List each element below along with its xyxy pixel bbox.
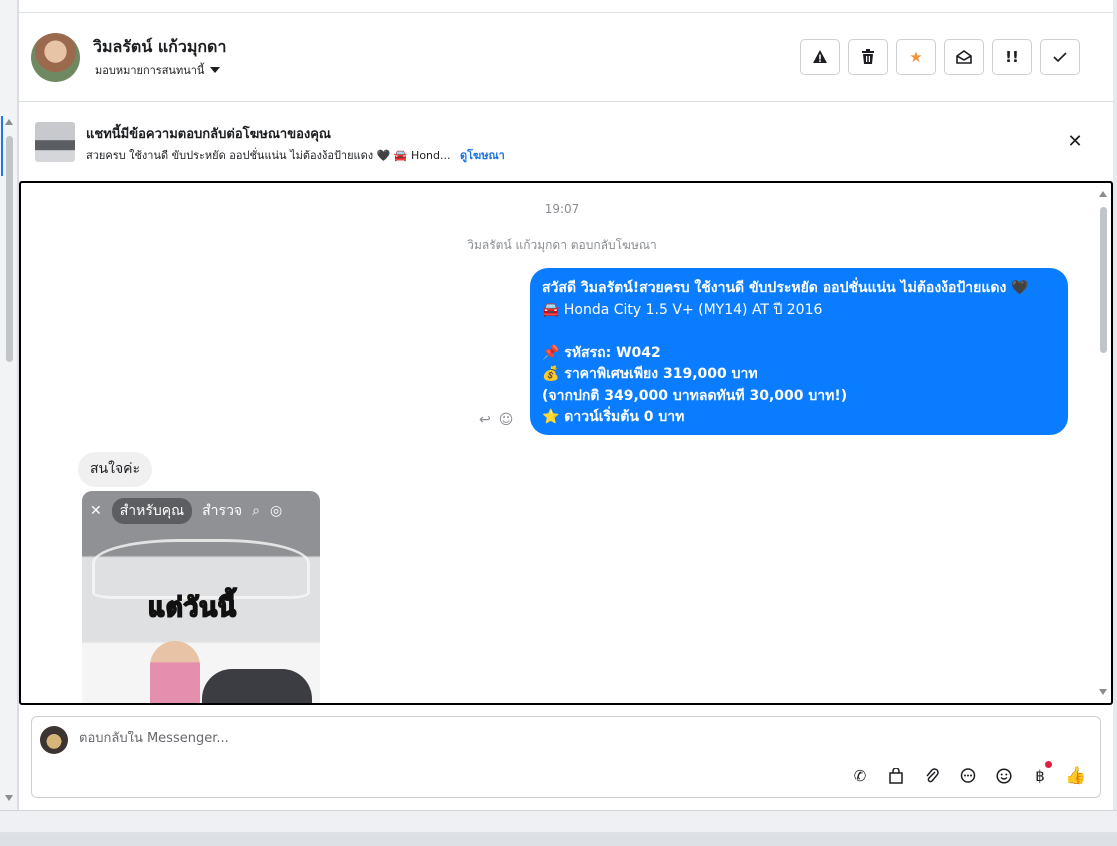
- conversation-list-scrollbar[interactable]: [0, 0, 18, 810]
- header-actions: ★ !!: [800, 39, 1080, 75]
- ad-text-preview: สวยครบ ใช้งานดี ขับประหยัด ออปชั่นแน่น ไ…: [86, 149, 451, 162]
- emoji-icon: [996, 768, 1012, 784]
- message-line-blank: [542, 321, 1056, 343]
- profile-icon: ◎: [269, 503, 283, 519]
- warning-icon: [813, 50, 827, 63]
- scrollbar-thumb[interactable]: [6, 136, 13, 362]
- scroll-down-arrow-icon[interactable]: [1099, 689, 1107, 695]
- envelope-open-icon: [956, 50, 972, 64]
- react-emoji-icon[interactable]: ☺: [499, 412, 514, 428]
- message-timestamp: 19:07: [544, 202, 580, 216]
- search-icon: ⌕: [252, 503, 260, 519]
- reply-icon[interactable]: ↩: [479, 412, 491, 428]
- thread-scrollbar[interactable]: [1097, 187, 1109, 699]
- scroll-up-arrow-icon[interactable]: [5, 119, 13, 125]
- ad-banner-title: แชทนี้มีข้อความตอบกลับต่อโฆษณาของคุณ: [86, 127, 331, 142]
- mark-unread-button[interactable]: [944, 39, 984, 75]
- close-icon: ✕: [90, 503, 102, 519]
- outgoing-message-bubble[interactable]: สวัสดี วิมลรัตน์!สวยครบ ใช้งานดี ขับประห…: [530, 268, 1068, 435]
- message-hover-tools: ↩ ☺: [479, 412, 513, 428]
- message-line: (จากปกติ 349,000 บาทลดทันที 30,000 บาท!): [542, 387, 848, 404]
- chat-bubble-icon: [960, 768, 976, 783]
- notification-dot: [1045, 761, 1052, 768]
- close-icon[interactable]: ✕: [1065, 132, 1085, 152]
- incoming-message-bubble[interactable]: สนใจค่ะ: [78, 452, 153, 487]
- contact-name[interactable]: วิมลรัตน์ แก้วมุกดา: [93, 35, 226, 60]
- shop-button[interactable]: [884, 765, 908, 787]
- message-line: 🚘 Honda City 1.5 V+ (MY14) AT ปี 2016: [542, 301, 823, 318]
- message-line: ⭐ ดาวน์เริ่มต้น 0 บาท: [542, 409, 685, 425]
- message-thread[interactable]: 19:07 วิมลรัตน์ แก้วมุกดา ตอบกลับโฆษณา ส…: [19, 181, 1113, 705]
- story-headline: แต่วันนี้: [147, 592, 237, 624]
- thumbs-up-icon: 👍: [1065, 766, 1087, 786]
- check-icon: [1053, 52, 1067, 63]
- caret-down-icon: [210, 67, 221, 73]
- trash-icon: [862, 49, 874, 64]
- window-bottom-edge: [0, 810, 1117, 846]
- conversation-header: วิมลรัตน์ แก้วมุกดา มอบหมายการสนทนานี้ ★…: [19, 13, 1113, 102]
- phone-plus-icon: ✆: [853, 767, 867, 785]
- person-figure: [150, 641, 200, 703]
- reply-composer: ✆ ฿ 👍: [31, 716, 1101, 798]
- selected-indicator: [1, 116, 3, 176]
- baht-icon: ฿: [1035, 767, 1045, 785]
- message-line: 📌 รหัสรถ: W042: [542, 344, 661, 361]
- shared-story-image[interactable]: ✕ สำหรับคุณ สำรวจ ⌕ ◎ แต่วันนี้: [82, 491, 320, 703]
- ad-thumbnail[interactable]: [35, 122, 75, 162]
- assign-conversation-dropdown[interactable]: มอบหมายการสนทนานี้: [95, 61, 221, 79]
- follow-up-button[interactable]: !!: [992, 39, 1032, 75]
- assign-label: มอบหมายการสนทนานี้: [95, 64, 205, 77]
- star-icon: ★: [909, 48, 923, 66]
- delete-button[interactable]: [848, 39, 888, 75]
- ad-reply-banner: แชทนี้มีข้อความตอบกลับต่อโฆษณาของคุณ สวย…: [19, 102, 1113, 182]
- system-note: วิมลรัตน์ แก้วมุกดา ตอบกลับโฆษณา: [467, 238, 657, 252]
- payment-button[interactable]: ฿: [1028, 761, 1052, 787]
- scroll-up-arrow-icon[interactable]: [1099, 191, 1107, 197]
- call-request-button[interactable]: ✆: [848, 765, 872, 787]
- page-avatar: [40, 726, 68, 754]
- attach-button[interactable]: [920, 765, 944, 787]
- paperclip-icon: [926, 768, 939, 783]
- composer-tools: ✆ ฿ 👍: [848, 761, 1088, 787]
- shopping-bag-icon: [889, 768, 903, 784]
- double-exclamation-icon: !!: [1005, 48, 1019, 66]
- tab-explore: สำรวจ: [202, 503, 243, 519]
- tab-for-you: สำหรับคุณ: [111, 498, 193, 524]
- emoji-button[interactable]: [992, 765, 1016, 787]
- message-line: 💰 ราคาพิเศษเพียง 319,000 บาท: [542, 366, 758, 382]
- star-button[interactable]: ★: [896, 39, 936, 75]
- mark-done-button[interactable]: [1040, 39, 1080, 75]
- reply-input[interactable]: [79, 731, 839, 746]
- story-topbar: ✕ สำหรับคุณ สำรวจ ⌕ ◎: [82, 491, 320, 531]
- view-ad-link[interactable]: ดูโฆษณา: [460, 149, 505, 162]
- car-figure: [202, 669, 312, 703]
- conversation-panel: วิมลรัตน์ แก้วมุกดา มอบหมายการสนทนานี้ ★…: [18, 0, 1113, 810]
- contact-avatar[interactable]: [31, 33, 80, 82]
- saved-replies-button[interactable]: [956, 765, 980, 787]
- like-button[interactable]: 👍: [1064, 765, 1088, 787]
- message-line: สวัสดี วิมลรัตน์!สวยครบ ใช้งานดี ขับประห…: [542, 280, 1029, 296]
- report-button[interactable]: [800, 39, 840, 75]
- scrollbar-thumb[interactable]: [1100, 207, 1107, 353]
- ad-banner-subtitle: สวยครบ ใช้งานดี ขับประหยัด ออปชั่นแน่น ไ…: [86, 146, 505, 164]
- scroll-down-arrow-icon[interactable]: [5, 795, 13, 801]
